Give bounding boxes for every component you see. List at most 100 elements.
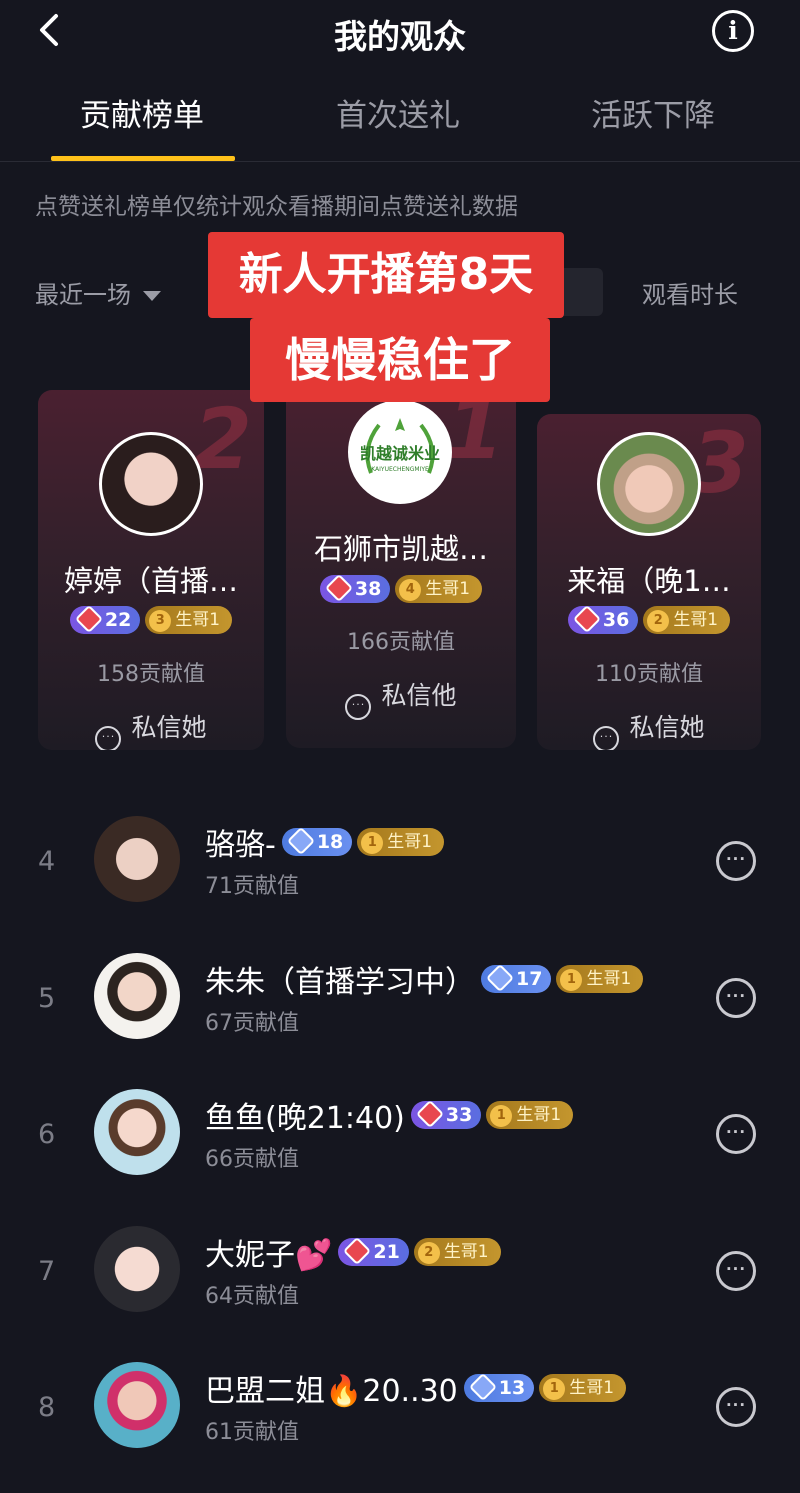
name-line: 大妮子💕 21 2 生哥1 xyxy=(205,1230,501,1274)
tab-activity-decline[interactable]: 活跃下降 xyxy=(591,90,715,135)
user-level-value: 38 xyxy=(354,578,382,600)
list-item[interactable]: 6 鱼鱼(晚21:40) 33 1 生哥1 66贡献值 ··· xyxy=(0,1089,800,1209)
fan-club-badge: 1 生哥1 xyxy=(486,1101,574,1129)
user-level-badge: 18 xyxy=(281,826,353,856)
page-title: 我的观众 xyxy=(334,17,466,56)
tab-contribution-ranking[interactable]: 贡献榜单 xyxy=(80,90,204,135)
avatar[interactable] xyxy=(94,1226,180,1312)
fan-club-badge: 1 生哥1 xyxy=(539,1374,627,1402)
badge-group: 22 3 生哥1 xyxy=(38,604,264,634)
list-item[interactable]: 5 朱朱（首播学习中） 17 1 生哥1 67贡献值 ··· xyxy=(0,953,800,1073)
heart-icon: 1 xyxy=(560,969,583,991)
user-level-badge: 36 xyxy=(567,604,639,634)
heart-icon: 4 xyxy=(399,579,422,601)
fan-club-name: 生哥1 xyxy=(425,579,471,599)
svg-text:KAIYUECHENGMIYE: KAIYUECHENGMIYE xyxy=(371,466,429,473)
avatar[interactable] xyxy=(94,816,180,902)
rank-number: 4 xyxy=(38,846,56,877)
viewer-name: 大妮子💕 xyxy=(205,1238,333,1273)
avatar[interactable] xyxy=(94,953,180,1039)
viewer-name: 来福（晚1… xyxy=(567,564,731,598)
fan-club-name: 生哥1 xyxy=(586,969,632,989)
rice-brand-logo: 凯越诚米业 KAIYUECHENGMIYE xyxy=(360,418,440,474)
sort-watch-duration[interactable]: 观看时长 xyxy=(642,275,738,310)
avatar[interactable]: 凯越诚米业 KAIYUECHENGMIYE xyxy=(348,400,452,504)
gem-icon xyxy=(572,604,602,634)
list-item[interactable]: 8 巴盟二姐🔥20..30 13 1 生哥1 61贡献值 ··· xyxy=(0,1362,800,1482)
fan-club-name: 生哥1 xyxy=(569,1378,615,1398)
user-level-badge: 33 xyxy=(410,1099,482,1129)
fan-club-name: 生哥1 xyxy=(516,1105,562,1125)
fan-club-badge: 2 生哥1 xyxy=(643,606,731,634)
gem-icon xyxy=(324,573,354,603)
fan-club-name: 生哥1 xyxy=(387,832,433,852)
viewer-name: 朱朱（首播学习中） xyxy=(205,965,475,1000)
podium-card-rank-2[interactable]: 2 婷婷（首播… 22 3 生哥1 158贡献值 ··· 私信她 xyxy=(38,390,264,750)
contribution-value: 64贡献值 xyxy=(205,1284,299,1309)
chat-icon[interactable]: ··· xyxy=(716,1251,756,1291)
heart-icon: 1 xyxy=(361,832,384,854)
rank-number: 2 xyxy=(193,390,252,488)
fan-club-badge: 3 生哥1 xyxy=(145,606,233,634)
fan-club-name: 生哥1 xyxy=(673,610,719,630)
message-label: 私信她 xyxy=(131,713,207,742)
gem-icon xyxy=(343,1236,372,1266)
contribution-value: 67贡献值 xyxy=(205,1011,299,1036)
ranking-notice: 点赞送礼榜单仅统计观众看播期间点赞送礼数据 xyxy=(35,194,518,220)
user-level-value: 36 xyxy=(602,609,630,631)
fan-club-badge: 4 生哥1 xyxy=(395,575,483,603)
chat-bubble-icon: ··· xyxy=(593,726,620,750)
podium-card-rank-3[interactable]: 3 来福（晚1… 36 2 生哥1 110贡献值 ··· 私信她 xyxy=(537,414,761,750)
rank-number: 8 xyxy=(38,1392,56,1423)
avatar[interactable] xyxy=(597,432,701,536)
info-icon[interactable]: i xyxy=(712,10,754,52)
avatar[interactable] xyxy=(94,1089,180,1175)
heart-icon: 3 xyxy=(149,610,172,632)
tab-first-gift[interactable]: 首次送礼 xyxy=(336,90,460,135)
badge-group: 36 2 生哥1 xyxy=(537,604,761,634)
gem-icon xyxy=(74,604,104,634)
name-line: 朱朱（首播学习中） 17 1 生哥1 xyxy=(205,957,644,1001)
caret-down-icon xyxy=(143,291,161,301)
name-line: 鱼鱼(晚21:40) 33 1 生哥1 xyxy=(205,1093,574,1137)
user-level-value: 18 xyxy=(316,831,344,853)
contribution-value: 110贡献值 xyxy=(595,662,703,687)
contribution-value: 158贡献值 xyxy=(97,662,205,687)
message-button[interactable]: ··· 私信他 xyxy=(286,676,516,720)
message-button[interactable]: ··· 私信她 xyxy=(537,708,761,750)
rank-number: 7 xyxy=(38,1256,56,1287)
name-line: 巴盟二姐🔥20..30 13 1 生哥1 xyxy=(205,1366,627,1410)
gem-icon xyxy=(286,826,315,856)
chat-bubble-icon: ··· xyxy=(95,726,122,750)
user-level-badge: 38 xyxy=(319,573,391,603)
avatar[interactable] xyxy=(94,1362,180,1448)
chat-icon[interactable]: ··· xyxy=(716,1114,756,1154)
podium-card-rank-1[interactable]: 1 凯越诚米业 KAIYUECHENGMIYE 石狮市凯越… 38 4 生哥1 16… xyxy=(286,380,516,748)
period-filter-dropdown[interactable]: 最近一场 xyxy=(35,275,161,310)
chat-icon[interactable]: ··· xyxy=(716,841,756,881)
list-item[interactable]: 4 骆骆- 18 1 生哥1 71贡献值 ··· xyxy=(0,816,800,936)
viewer-name: 石狮市凯越… xyxy=(313,532,488,566)
message-button[interactable]: ··· 私信她 xyxy=(38,708,264,750)
contribution-value: 61贡献值 xyxy=(205,1420,299,1445)
rank-number: 5 xyxy=(38,983,56,1014)
list-item[interactable]: 7 大妮子💕 21 2 生哥1 64贡献值 ··· xyxy=(0,1226,800,1346)
contribution-value: 71贡献值 xyxy=(205,874,299,899)
message-label: 私信他 xyxy=(381,681,457,710)
chat-icon[interactable]: ··· xyxy=(716,1387,756,1427)
heart-icon: 2 xyxy=(417,1242,440,1264)
fan-club-name: 生哥1 xyxy=(443,1242,489,1262)
gem-icon xyxy=(485,963,515,993)
overlay-caption-line-1: 新人开播第8天 xyxy=(208,232,564,318)
user-level-value: 22 xyxy=(104,609,132,631)
user-level-value: 17 xyxy=(516,968,543,990)
user-level-value: 21 xyxy=(373,1241,400,1263)
avatar[interactable] xyxy=(99,432,203,536)
overlay-caption-line-2: 慢慢稳住了 xyxy=(250,318,550,402)
chat-bubble-icon: ··· xyxy=(345,694,372,720)
heart-icon: 2 xyxy=(647,610,670,632)
fan-club-badge: 2 生哥1 xyxy=(413,1238,501,1266)
viewer-name: 巴盟二姐🔥20..30 xyxy=(205,1374,458,1409)
heart-icon: 1 xyxy=(543,1378,566,1400)
chat-icon[interactable]: ··· xyxy=(716,978,756,1018)
